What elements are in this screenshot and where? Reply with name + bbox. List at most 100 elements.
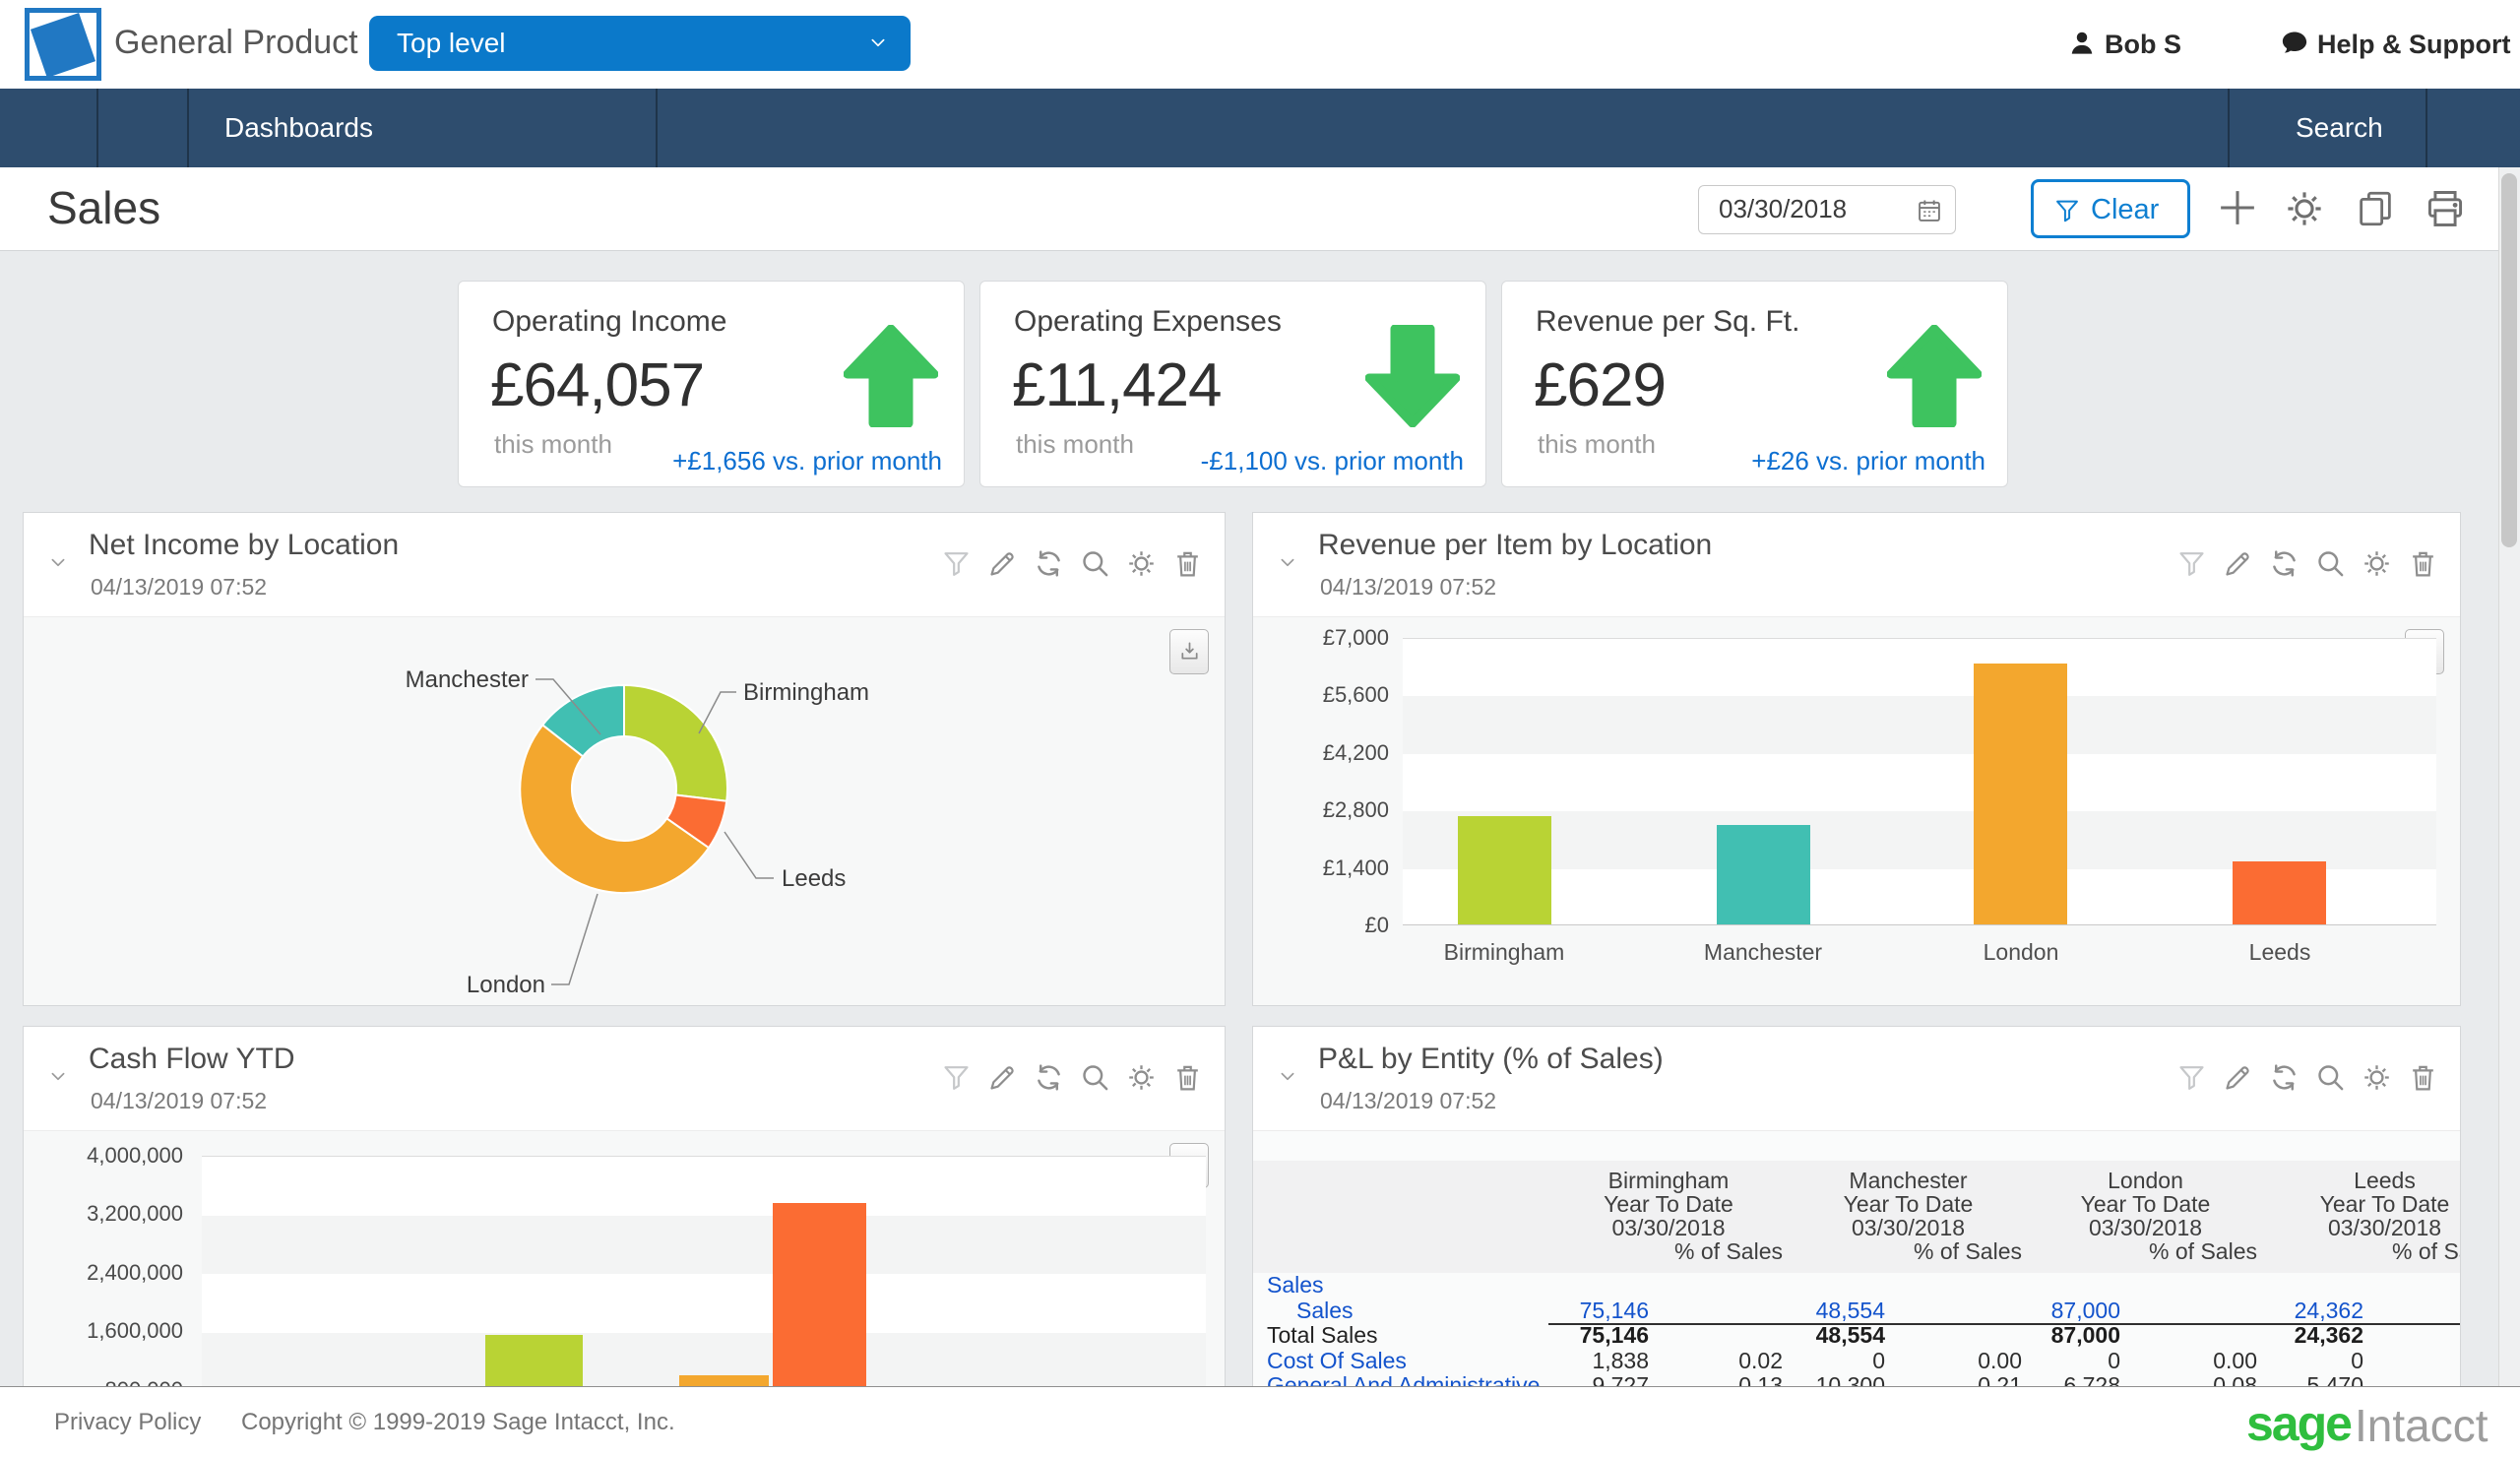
panel-cash-flow-ytd: Cash Flow YTD 04/13/2019 07:52 4,000,000… — [23, 1026, 1226, 1386]
help-support-menu[interactable]: Help & Support — [2280, 0, 2516, 89]
trend-up-arrow-icon — [1887, 325, 1982, 427]
edit-icon[interactable] — [987, 548, 1018, 579]
print-icon[interactable] — [2424, 187, 2467, 230]
date-filter-input[interactable] — [1717, 186, 1904, 231]
pnl-table: Birmingham Year To Date 03/30/2018 % of … — [1253, 1161, 2460, 1386]
table-row-general-and-administrative: General And Administrative 9,727 0.13 10… — [1253, 1372, 2460, 1386]
zoom-icon[interactable] — [1080, 548, 1110, 579]
cell-link[interactable]: 48,554 — [1789, 1298, 1891, 1325]
row-label-link[interactable]: General And Administrative — [1253, 1372, 1548, 1386]
nav-search[interactable]: Search — [2296, 112, 2383, 144]
trend-down-arrow-icon — [1365, 325, 1460, 427]
refresh-icon[interactable] — [2269, 548, 2300, 579]
scrollbar-thumb[interactable] — [2501, 173, 2517, 547]
settings-icon[interactable] — [2362, 1062, 2392, 1093]
y-tick: £5,600 — [1322, 682, 1389, 707]
kpi-value: £11,424 — [1012, 351, 1223, 419]
cell-link[interactable]: 24,362 — [2263, 1298, 2369, 1325]
company-logo-icon[interactable] — [25, 8, 101, 81]
copy-dashboard-icon[interactable] — [2355, 188, 2396, 229]
bar-cash-2[interactable] — [679, 1375, 769, 1386]
collapse-chevron-icon[interactable] — [1275, 554, 1300, 572]
copyright-text: Copyright © 1999-2019 Sage Intacct, Inc. — [241, 1409, 675, 1435]
column-group-london: London Year To Date 03/30/2018 % of Sale… — [2080, 1168, 2257, 1264]
y-tick: £1,400 — [1322, 855, 1389, 880]
zoom-icon[interactable] — [2315, 548, 2346, 579]
clear-button-label: Clear — [2091, 194, 2160, 225]
panel-timestamp: 04/13/2019 07:52 — [1320, 1088, 1497, 1113]
edit-icon[interactable] — [2223, 548, 2253, 579]
row-label-link[interactable]: Sales — [1253, 1272, 1548, 1299]
collapse-chevron-icon[interactable] — [1275, 1068, 1300, 1086]
delete-icon[interactable] — [2408, 1062, 2438, 1093]
collapse-chevron-icon[interactable] — [45, 554, 71, 572]
refresh-icon[interactable] — [1034, 548, 1064, 579]
delete-icon[interactable] — [1172, 548, 1203, 579]
donut-label-london: London — [467, 972, 545, 998]
settings-gear-icon[interactable] — [2284, 188, 2325, 229]
filter-icon[interactable] — [2176, 548, 2207, 579]
plot-area — [202, 1156, 1206, 1386]
nav-dashboards[interactable]: Dashboards — [224, 112, 373, 144]
edit-icon[interactable] — [987, 1062, 1018, 1093]
filter-icon — [2056, 200, 2078, 222]
settings-icon[interactable] — [2362, 548, 2392, 579]
filter-icon[interactable] — [941, 1062, 972, 1093]
settings-icon[interactable] — [1126, 1062, 1157, 1093]
trend-up-arrow-icon — [844, 325, 938, 427]
row-label-link[interactable]: Sales — [1253, 1298, 1548, 1326]
zoom-icon[interactable] — [1080, 1062, 1110, 1093]
delete-icon[interactable] — [1172, 1062, 1203, 1093]
kpi-delta: +£1,656 vs. prior month — [672, 446, 942, 475]
bar-manchester[interactable] — [1717, 824, 1810, 924]
bar-cash-1[interactable] — [485, 1334, 583, 1386]
user-menu[interactable]: Bob S — [2067, 0, 2205, 89]
y-tick: 1,600,000 — [87, 1318, 183, 1343]
entity-selector-value: Top level — [397, 28, 506, 58]
privacy-policy-link[interactable]: Privacy Policy — [54, 1409, 201, 1436]
panel-timestamp: 04/13/2019 07:52 — [91, 574, 268, 600]
filter-icon[interactable] — [941, 548, 972, 579]
y-tick: 4,000,000 — [87, 1143, 183, 1168]
cell-link[interactable]: 87,000 — [2028, 1298, 2126, 1325]
y-tick: 800,000 — [35, 1377, 183, 1386]
row-label-link[interactable]: Cost Of Sales — [1253, 1348, 1548, 1374]
kpi-delta: -£1,100 vs. prior month — [1200, 446, 1464, 475]
delete-icon[interactable] — [2408, 548, 2438, 579]
plot-area — [1403, 638, 2436, 925]
panel-header: Cash Flow YTD 04/13/2019 07:52 — [24, 1027, 1225, 1131]
net-income-donut-chart: Manchester Birmingham Leeds London — [406, 666, 869, 998]
add-component-icon[interactable] — [2215, 185, 2260, 230]
kpi-period: this month — [494, 429, 612, 459]
cell-link[interactable]: 75,146 — [1548, 1298, 1655, 1325]
kpi-card-operating-income[interactable]: Operating Income £64,057 this month +£1,… — [458, 281, 965, 487]
calendar-icon[interactable] — [1916, 197, 1943, 224]
refresh-icon[interactable] — [2269, 1062, 2300, 1093]
row-label: Total Sales — [1267, 1322, 1378, 1348]
download-icon — [1181, 642, 1198, 660]
edit-icon[interactable] — [2223, 1062, 2253, 1093]
y-tick: £2,800 — [1322, 797, 1389, 822]
donut-slice-birmingham[interactable] — [623, 683, 728, 802]
kpi-card-revenue-per-sqft[interactable]: Revenue per Sq. Ft. £629 this month +£26… — [1501, 281, 2008, 487]
filter-icon[interactable] — [2176, 1062, 2207, 1093]
panel-header: Net Income by Location 04/13/2019 07:52 — [24, 513, 1225, 617]
chat-bubble-icon — [2282, 32, 2307, 53]
collapse-chevron-icon[interactable] — [45, 1068, 71, 1086]
bar-leeds[interactable] — [2233, 860, 2326, 924]
help-support-label: Help & Support — [2317, 30, 2511, 59]
settings-icon[interactable] — [1126, 548, 1157, 579]
clear-filter-button[interactable]: Clear — [2031, 179, 2190, 238]
refresh-icon[interactable] — [1034, 1062, 1064, 1093]
bar-london[interactable] — [1974, 663, 2067, 924]
bar-birmingham[interactable] — [1458, 816, 1551, 924]
page-footer: Privacy Policy Copyright © 1999-2019 Sag… — [0, 1386, 2520, 1457]
bar-cash-3[interactable] — [773, 1203, 866, 1386]
download-chart-button[interactable] — [1169, 629, 1209, 674]
kpi-card-operating-expenses[interactable]: Operating Expenses £11,424 this month -£… — [979, 281, 1486, 487]
panel-title: Revenue per Item by Location — [1318, 529, 1713, 561]
entity-selector-dropdown[interactable]: Top level — [369, 16, 911, 71]
zoom-icon[interactable] — [2315, 1062, 2346, 1093]
panel-title: P&L by Entity (% of Sales) — [1318, 1043, 1664, 1075]
date-filter-field[interactable] — [1698, 185, 1956, 234]
